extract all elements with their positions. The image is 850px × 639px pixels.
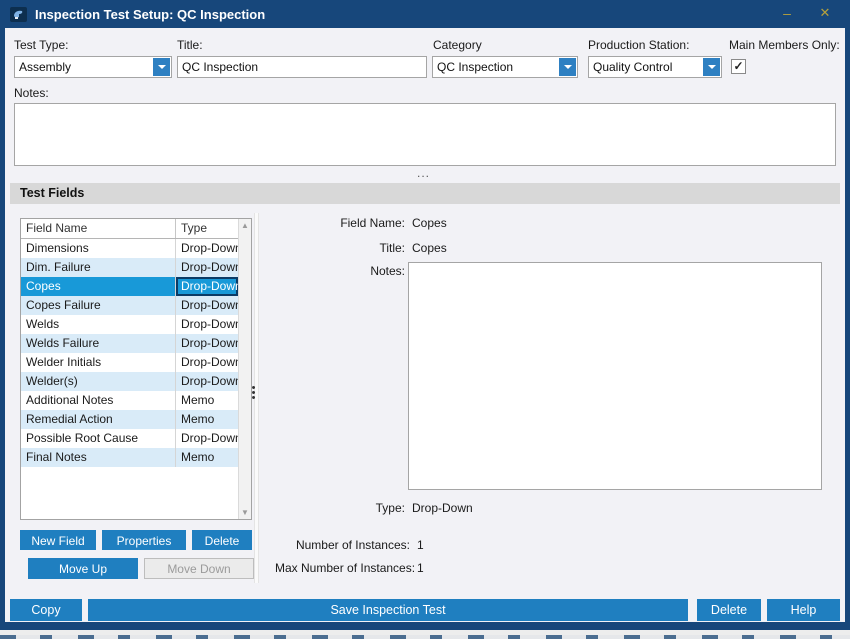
table-row[interactable]: Remedial ActionMemo	[21, 410, 251, 429]
cell-type: Drop-Down	[176, 429, 238, 448]
notes-label: Notes:	[14, 86, 49, 100]
table-row[interactable]: Additional NotesMemo	[21, 391, 251, 410]
category-dropdown[interactable]: QC Inspection	[432, 56, 578, 78]
detail-type-label: Type:	[295, 501, 405, 515]
minimize-button[interactable]: –	[772, 2, 802, 24]
cell-field-name: Copes	[21, 277, 176, 296]
chevron-down-icon[interactable]	[153, 58, 170, 76]
cell-type: Drop-Down	[176, 334, 238, 353]
title-label: Title:	[177, 38, 203, 52]
cell-field-name: Final Notes	[21, 448, 176, 467]
copy-button[interactable]: Copy	[10, 599, 82, 621]
app-icon	[10, 7, 27, 22]
table-row[interactable]: Welds FailureDrop-Down	[21, 334, 251, 353]
cell-field-name: Welder Initials	[21, 353, 176, 372]
detail-title-value: Copes	[412, 241, 447, 255]
cell-field-name: Dimensions	[21, 239, 176, 258]
detail-notes-label: Notes:	[295, 264, 405, 278]
fields-table: Field Name Type DimensionsDrop-Down Dim.…	[20, 218, 252, 520]
cell-type: Memo	[176, 410, 238, 429]
delete-button[interactable]: Delete	[697, 599, 761, 621]
section-title: Test Fields	[20, 183, 84, 204]
properties-button[interactable]: Properties	[102, 530, 186, 550]
table-row[interactable]: Copes FailureDrop-Down	[21, 296, 251, 315]
test-fields-section-header: Test Fields	[10, 183, 840, 204]
max-instances-label: Max Number of Instances:	[275, 561, 410, 575]
table-header-row: Field Name Type	[21, 219, 251, 239]
new-field-button[interactable]: New Field	[20, 530, 96, 550]
titlebar: Inspection Test Setup: QC Inspection – ✕	[0, 0, 850, 28]
background-text-fragments	[0, 635, 850, 639]
checkmark-icon: ✓	[733, 59, 743, 73]
cell-field-name: Welder(s)	[21, 372, 176, 391]
column-header-field-name[interactable]: Field Name	[21, 219, 176, 238]
production-station-dropdown[interactable]: Quality Control	[588, 56, 722, 78]
chevron-down-icon[interactable]	[559, 58, 576, 76]
table-scrollbar[interactable]: ▲ ▼	[238, 219, 251, 519]
cell-type: Drop-Down	[176, 296, 238, 315]
cell-type: Drop-Down	[176, 315, 238, 334]
close-button[interactable]: ✕	[810, 2, 840, 24]
table-row[interactable]: Welder(s)Drop-Down	[21, 372, 251, 391]
category-value: QC Inspection	[433, 60, 558, 74]
cell-type: Drop-Down	[176, 372, 238, 391]
table-row[interactable]: Final NotesMemo	[21, 448, 251, 467]
detail-field-name-label: Field Name:	[295, 216, 405, 230]
main-members-only-checkbox[interactable]: ✓	[731, 59, 746, 74]
scroll-down-icon[interactable]: ▼	[239, 506, 251, 519]
detail-type-value: Drop-Down	[412, 501, 473, 515]
help-button[interactable]: Help	[767, 599, 840, 621]
chevron-down-icon[interactable]	[703, 58, 720, 76]
move-down-button[interactable]: Move Down	[144, 558, 254, 579]
notes-textarea[interactable]	[14, 103, 836, 166]
cell-type: Drop-Down	[176, 353, 238, 372]
cell-type: Drop-Down	[176, 239, 238, 258]
cell-type: Memo	[176, 448, 238, 467]
cell-type: Memo	[176, 391, 238, 410]
cell-field-name: Additional Notes	[21, 391, 176, 410]
dialog-body: Test Type: Assembly Title: QC Inspection…	[5, 28, 845, 622]
cell-field-name: Welds Failure	[21, 334, 176, 353]
cell-field-name: Dim. Failure	[21, 258, 176, 277]
background-window-sliver	[0, 630, 850, 639]
production-station-value: Quality Control	[589, 60, 702, 74]
num-instances-label: Number of Instances:	[295, 538, 410, 552]
table-row[interactable]: WeldsDrop-Down	[21, 315, 251, 334]
scroll-up-icon[interactable]: ▲	[239, 219, 251, 232]
category-label: Category	[433, 38, 482, 52]
main-members-only-label: Main Members Only:	[729, 38, 840, 52]
cell-field-name: Remedial Action	[21, 410, 176, 429]
detail-title-label: Title:	[295, 241, 405, 255]
test-type-label: Test Type:	[14, 38, 68, 52]
cell-field-name: Welds	[21, 315, 176, 334]
table-row[interactable]: Welder InitialsDrop-Down	[21, 353, 251, 372]
cell-field-name: Possible Root Cause	[21, 429, 176, 448]
delete-field-button[interactable]: Delete	[192, 530, 252, 550]
detail-notes-textarea[interactable]	[408, 262, 822, 490]
detail-field-name-value: Copes	[412, 216, 447, 230]
save-inspection-test-button[interactable]: Save Inspection Test	[88, 599, 688, 621]
max-instances-value: 1	[417, 561, 424, 575]
panel-splitter-grip-icon[interactable]: •••	[250, 386, 257, 402]
cell-type: Drop-Down	[176, 277, 238, 296]
cell-field-name: Copes Failure	[21, 296, 176, 315]
inspection-test-setup-dialog: Inspection Test Setup: QC Inspection – ✕…	[0, 0, 850, 630]
table-row[interactable]: Possible Root CauseDrop-Down	[21, 429, 251, 448]
column-header-type[interactable]: Type	[176, 219, 238, 238]
section-splitter-grip[interactable]: ...	[417, 166, 430, 180]
test-type-value: Assembly	[15, 60, 152, 74]
table-row[interactable]: Dim. FailureDrop-Down	[21, 258, 251, 277]
production-station-label: Production Station:	[588, 38, 689, 52]
window-title: Inspection Test Setup: QC Inspection	[35, 7, 265, 22]
table-row[interactable]: DimensionsDrop-Down	[21, 239, 251, 258]
move-up-button[interactable]: Move Up	[28, 558, 138, 579]
cell-type: Drop-Down	[176, 258, 238, 277]
num-instances-value: 1	[417, 538, 424, 552]
table-row-selected[interactable]: CopesDrop-Down	[21, 277, 251, 296]
test-type-dropdown[interactable]: Assembly	[14, 56, 172, 78]
title-input[interactable]: QC Inspection	[177, 56, 427, 78]
